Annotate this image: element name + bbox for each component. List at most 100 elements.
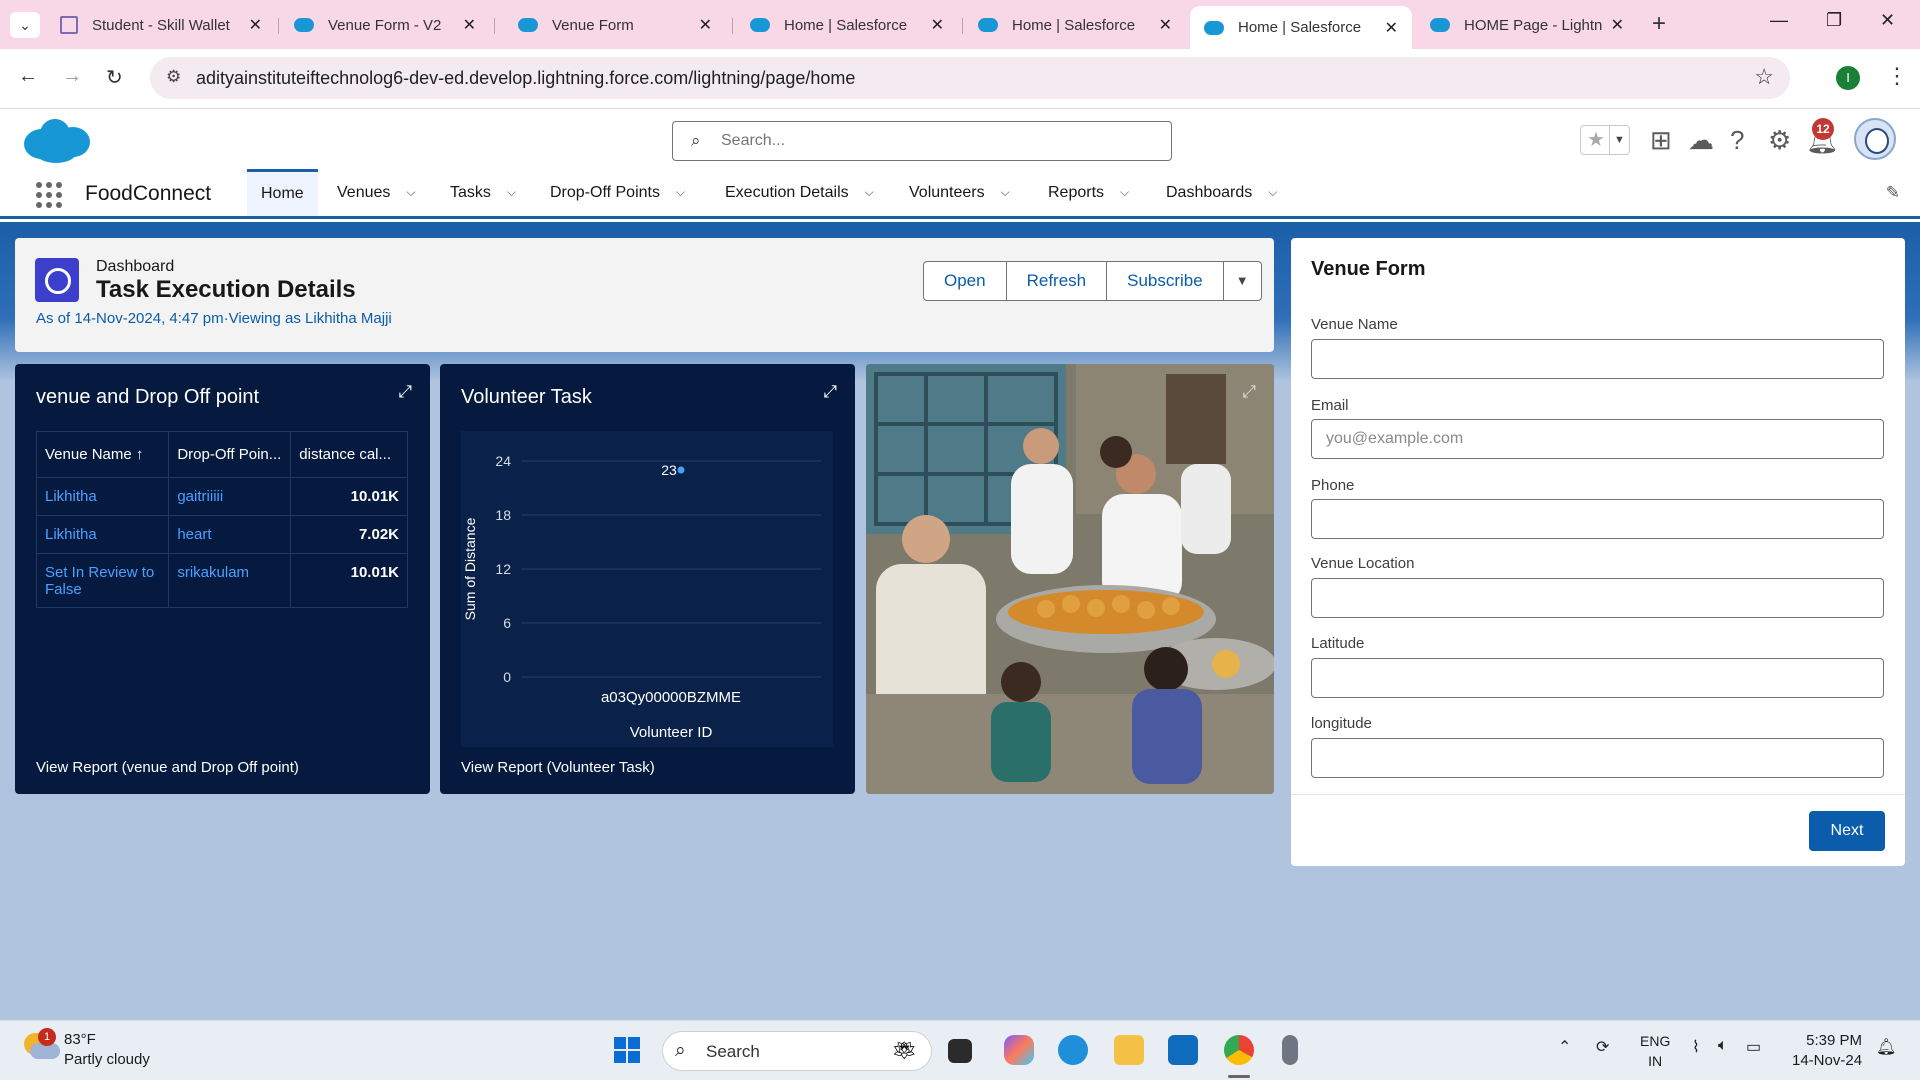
phone-field[interactable] (1311, 499, 1884, 539)
view-report-link[interactable]: View Report (venue and Drop Off point) (36, 759, 299, 776)
trailhead-guidance-icon[interactable]: ☁ (1688, 125, 1714, 156)
minimize-icon[interactable]: — (1770, 10, 1788, 31)
column-header[interactable]: distance cal... (290, 431, 408, 478)
file-explorer-icon[interactable] (1114, 1035, 1144, 1065)
latitude-field[interactable] (1311, 658, 1884, 698)
venue-name-field[interactable] (1311, 339, 1884, 379)
omnibox[interactable]: ⚙ adityainstituteiftechnolog6-dev-ed.dev… (150, 57, 1790, 99)
bookmark-star-icon[interactable]: ☆ (1754, 64, 1774, 90)
browser-tab[interactable]: Venue Form - V2 ✕ (280, 6, 490, 44)
reload-icon[interactable]: ↻ (106, 65, 123, 90)
column-header[interactable]: Venue Name ↑ (35, 431, 170, 478)
global-actions-plus-icon[interactable]: ⊞ (1650, 125, 1672, 156)
drop-off-link[interactable]: heart (168, 515, 292, 554)
wifi-icon[interactable]: ⌇ (1692, 1037, 1700, 1057)
system-clock[interactable]: 5:39 PM 14-Nov-24 (1792, 1031, 1862, 1071)
url-text[interactable]: adityainstituteiftechnolog6-dev-ed.devel… (196, 68, 855, 89)
chevron-down-icon[interactable]: ⌵ (1120, 185, 1129, 200)
next-button[interactable]: Next (1809, 811, 1885, 851)
nav-item-home[interactable]: Home (247, 169, 318, 216)
salesforce-logo[interactable] (20, 115, 92, 165)
forward-icon[interactable]: → (62, 65, 82, 88)
show-hidden-icons-chevron-icon[interactable]: ⌃ (1558, 1037, 1571, 1057)
site-info-icon[interactable]: ⚙ (166, 67, 181, 87)
back-icon[interactable]: ← (18, 65, 38, 88)
column-header[interactable]: Drop-Off Poin... (168, 431, 292, 478)
longitude-field[interactable] (1311, 738, 1884, 778)
nav-item-volunteers[interactable]: Volunteers ⌵ (895, 169, 1024, 216)
nav-item-drop-off-points[interactable]: Drop-Off Points ⌵ (536, 169, 699, 216)
venue-link[interactable]: Likhitha (35, 515, 170, 554)
restore-icon[interactable]: ❐ (1826, 10, 1842, 31)
task-view-icon[interactable] (948, 1039, 972, 1063)
tab-search-button[interactable]: ⌄ (10, 12, 40, 38)
chevron-down-icon[interactable]: ⌵ (865, 185, 874, 200)
language-indicator[interactable]: ENG IN (1640, 1031, 1670, 1071)
favorites-button[interactable]: ★ ▼ (1580, 125, 1630, 155)
help-icon[interactable]: ? (1730, 125, 1744, 156)
close-tab-icon[interactable]: ✕ (1159, 15, 1172, 35)
nav-item-dashboards[interactable]: Dashboards ⌵ (1152, 169, 1291, 216)
open-button[interactable]: Open (923, 261, 1007, 301)
taskbar-search[interactable]: ⌕ Search 🪷︎ (662, 1031, 932, 1071)
setup-gear-icon[interactable]: ⚙ (1768, 125, 1791, 156)
windows-start-icon[interactable] (612, 1035, 642, 1065)
copilot-icon[interactable] (1004, 1035, 1034, 1065)
expand-icon[interactable]: ⤢ (823, 382, 837, 402)
chevron-down-icon[interactable]: ⌵ (507, 185, 516, 200)
nav-item-execution-details[interactable]: Execution Details ⌵ (711, 169, 888, 216)
email-field[interactable] (1311, 419, 1884, 459)
edge-browser-icon[interactable] (1058, 1035, 1088, 1065)
weather-temperature[interactable]: 83°F (64, 1031, 96, 1048)
venue-location-field[interactable] (1311, 578, 1884, 618)
close-window-icon[interactable]: ✕ (1880, 10, 1895, 31)
new-tab-button[interactable]: + (1652, 10, 1666, 38)
close-tab-icon[interactable]: ✕ (931, 15, 944, 35)
close-tab-icon[interactable]: ✕ (1611, 15, 1624, 35)
close-tab-icon[interactable]: ✕ (463, 15, 476, 35)
nav-item-tasks[interactable]: Tasks ⌵ (436, 169, 530, 216)
notification-center-bell-icon[interactable]: 🔔︎ (1876, 1037, 1896, 1057)
expand-icon[interactable]: ⤢ (398, 382, 412, 402)
nav-item-venues[interactable]: Venues ⌵ (323, 169, 430, 216)
battery-icon[interactable]: ▭ (1746, 1037, 1761, 1057)
browser-tab-active[interactable]: Home | Salesforce ✕ (1190, 6, 1412, 49)
browser-tab[interactable]: Venue Form ✕ (504, 6, 726, 44)
microphone-app-icon[interactable] (1282, 1035, 1298, 1065)
close-tab-icon[interactable]: ✕ (1385, 18, 1398, 38)
profile-avatar[interactable]: I (1836, 66, 1860, 90)
expand-icon[interactable]: ⤢ (1242, 382, 1256, 402)
browser-tab[interactable]: HOME Page - Lightni ✕ (1416, 6, 1638, 44)
browser-tab[interactable]: Home | Salesforce ✕ (736, 6, 958, 44)
close-tab-icon[interactable]: ✕ (249, 15, 262, 35)
refresh-button[interactable]: Refresh (1005, 261, 1108, 301)
notification-count-badge: 12 (1812, 118, 1834, 140)
chevron-down-icon[interactable]: ⌵ (1001, 185, 1010, 200)
more-actions-chevron-icon[interactable]: ▼ (1222, 261, 1262, 301)
global-search[interactable]: ⌕ (672, 121, 1172, 161)
venue-link[interactable]: Likhitha (35, 477, 170, 516)
volume-icon[interactable]: 🔈︎ (1718, 1037, 1728, 1055)
sync-icon[interactable]: ⟳ (1596, 1037, 1609, 1057)
browser-tab[interactable]: Student - Skill Wallet ✕ (46, 6, 276, 44)
drop-off-link[interactable]: srikakulam (168, 553, 292, 608)
browser-tab[interactable]: Home | Salesforce ✕ (964, 6, 1186, 44)
chevron-down-icon[interactable]: ⌵ (676, 185, 685, 200)
favorites-menu-chevron-icon[interactable]: ▼ (1609, 126, 1629, 154)
browser-menu-icon[interactable]: ⋮ (1886, 63, 1908, 89)
weather-description[interactable]: Partly cloudy (64, 1051, 150, 1068)
chevron-down-icon[interactable]: ⌵ (406, 185, 415, 200)
close-tab-icon[interactable]: ✕ (699, 15, 712, 35)
nav-item-reports[interactable]: Reports ⌵ (1034, 169, 1143, 216)
drop-off-link[interactable]: gaitriiiii (168, 477, 292, 516)
global-search-input[interactable] (721, 130, 1141, 152)
chevron-down-icon[interactable]: ⌵ (1268, 185, 1277, 200)
venue-link[interactable]: Set In Review to False (35, 553, 170, 608)
app-launcher-icon[interactable] (36, 182, 62, 208)
user-avatar[interactable] (1854, 118, 1896, 160)
subscribe-button[interactable]: Subscribe (1106, 261, 1224, 301)
outlook-icon[interactable] (1168, 1035, 1198, 1065)
edit-nav-pencil-icon[interactable]: ✎ (1886, 183, 1900, 203)
chrome-icon[interactable] (1224, 1035, 1254, 1065)
view-report-link[interactable]: View Report (Volunteer Task) (461, 759, 655, 776)
